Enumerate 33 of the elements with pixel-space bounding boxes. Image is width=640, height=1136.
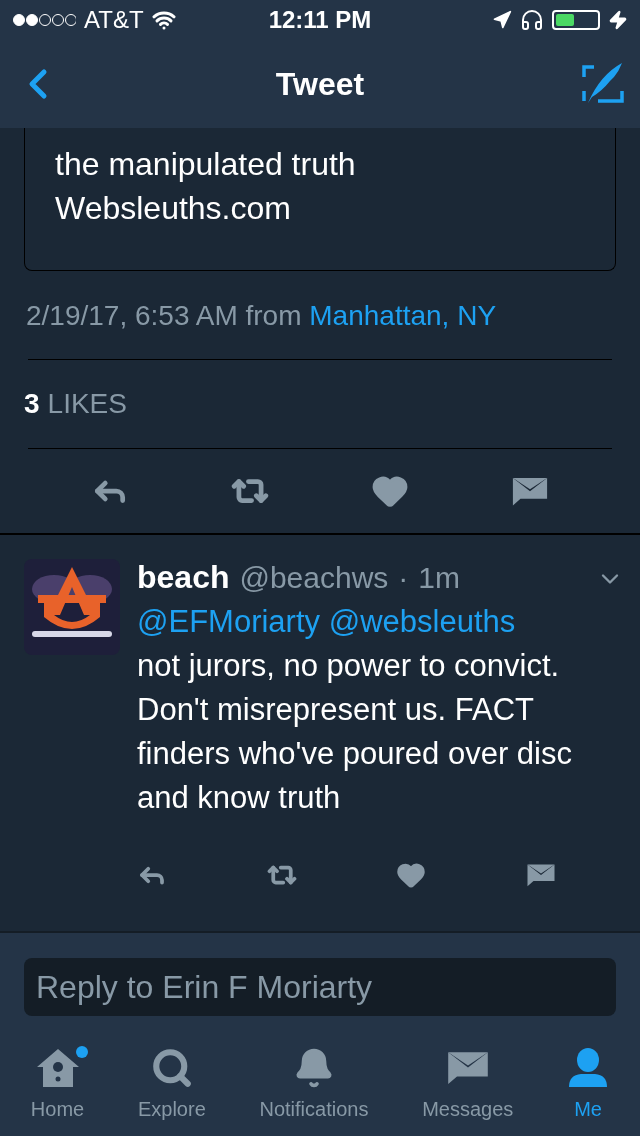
reply-field[interactable]: Reply to Erin F Moriarty [24, 958, 616, 1016]
quoted-tweet-text: the manipulated truth [55, 145, 357, 184]
quoted-tweet-text: Websleuths.com [55, 189, 292, 228]
battery-icon [552, 10, 600, 30]
search-icon [150, 1047, 193, 1089]
mention-link[interactable]: @EFMoriarty [137, 604, 321, 639]
separator-dot: · [398, 560, 409, 596]
tab-bar-item[interactable]: Messages [422, 1046, 514, 1136]
tweet-timestamp: 2/19/17, 6:53 AM from Manhattan, NY [26, 299, 498, 333]
message-icon[interactable] [525, 863, 556, 887]
user-icon [567, 1047, 610, 1089]
likes-count[interactable]: 3 [24, 383, 40, 425]
location-icon [492, 10, 512, 30]
window-title: Tweet [275, 65, 365, 104]
message-icon[interactable] [511, 475, 549, 507]
mention-link[interactable]: @websleuths [328, 604, 516, 639]
headphones-icon [520, 8, 544, 32]
tab-bar-item[interactable]: Explore [137, 1046, 206, 1136]
likes-label[interactable]: LIKES [47, 383, 127, 425]
message-icon[interactable] [445, 1050, 490, 1086]
quoted-tweet-card[interactable]: the manipulated truth Websleuths.com [24, 128, 616, 271]
tab-bar-item[interactable]: Me [567, 1046, 610, 1136]
author-handle[interactable]: @beachws [239, 560, 389, 596]
location-link[interactable]: Manhattan, NY [309, 300, 497, 331]
clock-time: 12:11 PM [268, 5, 372, 35]
carrier-name: AT&T [84, 5, 144, 35]
signal-icon [12, 13, 76, 27]
tweet-text: @EFMoriarty @websleuths not jurors, no power to convict. Don't misrepresent us. FACT finders who've poured over disc and know truth [137, 603, 573, 817]
charging-icon [608, 10, 628, 30]
tweet-time: 1m [418, 560, 461, 596]
tab-bar-item[interactable]: Home [30, 1046, 85, 1136]
tab-bar-item[interactable]: Notifications [259, 1046, 369, 1136]
author-name[interactable]: beach [137, 559, 230, 595]
